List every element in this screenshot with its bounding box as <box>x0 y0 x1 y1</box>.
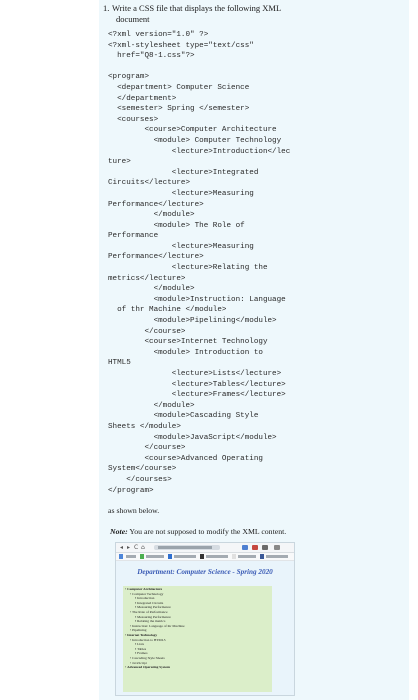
reload-icon[interactable]: C <box>134 544 138 551</box>
code-line: metrics</lecture> <box>108 274 186 283</box>
code-line: Sheets </module> <box>108 422 181 431</box>
code-line: <courses> <box>108 115 159 124</box>
code-line: Circuits</lecture> <box>108 179 191 188</box>
browser-preview: ◂ ▸ C ⌂ Department: Computer Science - S… <box>115 542 295 696</box>
extension-icon[interactable] <box>242 545 248 550</box>
tree-item-label: Relating the metrics <box>137 619 166 624</box>
code-line: Performance</lecture> <box>108 253 204 262</box>
code-line: <lecture>Measuring <box>108 189 254 198</box>
code-line: <course>Internet Technology <box>108 338 268 347</box>
bookmark-icon[interactable] <box>260 554 264 559</box>
forward-icon[interactable]: ▸ <box>127 544 130 551</box>
question-text-line2: document <box>116 14 150 24</box>
note-body: You are not supposed to modify the XML c… <box>127 527 287 536</box>
address-bar[interactable] <box>154 545 220 550</box>
tree-item-label: Frames <box>137 651 148 656</box>
bookmark-icon[interactable] <box>200 554 204 559</box>
tree-item-label: Advanced Operating System <box>127 665 170 670</box>
code-line: <module>Cascading Style <box>108 412 259 421</box>
tree-item-label: Integrated Circuits <box>137 600 164 605</box>
tree-item-label: Internet Technology <box>127 632 158 637</box>
code-line: <lecture>Lists</lecture> <box>108 370 282 378</box>
code-line: System</course> <box>108 465 177 474</box>
tree-item-label: Measuring Performance <box>137 605 171 610</box>
code-line: Performance <box>108 232 159 241</box>
code-line: <lecture>Tables</lecture> <box>108 380 286 389</box>
code-line: <lecture>Frames</lecture> <box>108 391 286 400</box>
bookmark-item[interactable] <box>238 555 256 558</box>
code-line: <course>Advanced Operating <box>108 454 263 463</box>
tree-item-label: Tables <box>137 646 147 651</box>
department-heading: Department: Computer Science - Spring 20… <box>137 568 273 576</box>
extension-icon[interactable] <box>252 545 258 550</box>
bookmark-icon[interactable] <box>140 554 144 559</box>
code-line: <module> The Role of <box>108 221 245 230</box>
code-line: <lecture>Measuring <box>108 242 254 251</box>
code-line: <department> Computer Science <box>108 83 250 92</box>
apps-icon[interactable] <box>119 554 123 559</box>
code-line: Performance</lecture> <box>108 200 204 209</box>
shown-below-text: as shown below. <box>108 506 160 515</box>
course-content-box: • Computer Architecture • Computer Techno… <box>123 586 272 692</box>
tree-item-label: Introduction to HTML5 <box>132 637 166 642</box>
code-line: <?xml-stylesheet type="text/css" <box>108 41 254 50</box>
tree-item: • Advanced Operating System <box>125 665 170 670</box>
code-line: </module> <box>108 401 195 410</box>
code-line: </courses> <box>108 475 172 484</box>
note-text: Note: You are not supposed to modify the… <box>110 527 286 536</box>
question-text-line1: Write a CSS file that displays the follo… <box>112 3 282 13</box>
tree-item-label: JavaScript <box>132 660 147 665</box>
code-line: <module> Computer Technology <box>108 136 282 145</box>
menu-icon[interactable] <box>274 545 280 550</box>
tree-item-label: Computer Architecture <box>127 587 163 591</box>
tree-item-label: Instruction: Language of thr Machine <box>132 623 185 628</box>
bookmark-icon[interactable] <box>168 554 172 559</box>
tree-item-label: The Role of Performance <box>132 609 168 614</box>
tree-item-label: Computer Technology <box>132 591 164 596</box>
bookmark-item[interactable] <box>174 555 196 558</box>
bookmark-icon[interactable] <box>232 554 236 559</box>
code-line: <program> <box>108 73 150 82</box>
tree-item-label: Pipelining <box>132 628 147 633</box>
question-number: 1. <box>103 3 110 13</box>
browser-toolbar: ◂ ▸ C ⌂ <box>116 543 294 553</box>
code-line: </program> <box>108 486 154 495</box>
document-page: 1. Write a CSS file that displays the fo… <box>0 0 418 700</box>
tree-item-label: Cascading Style Sheets <box>132 655 165 660</box>
code-line: href="Q8-1.css"?> <box>108 52 195 61</box>
code-line: <course>Computer Architecture <box>108 126 277 135</box>
code-line: <module>Pipelining</module> <box>108 317 277 326</box>
xml-code-block: <?xml version="1.0" ?> <?xml-stylesheet … <box>108 30 290 496</box>
code-line: <semester> Spring </semester> <box>108 105 250 114</box>
code-line: <?xml version="1.0" ?> <box>108 31 209 39</box>
note-label: Note: <box>110 527 128 536</box>
address-text-placeholder <box>158 546 212 549</box>
code-line: <lecture>Relating the <box>108 264 268 273</box>
code-line: </module> <box>108 211 195 220</box>
code-line: </department> <box>108 94 177 103</box>
code-line: <module>JavaScript</module> <box>108 433 277 442</box>
back-icon[interactable]: ◂ <box>120 544 123 551</box>
bookmark-item[interactable] <box>146 555 164 558</box>
code-line: </module> <box>108 285 195 294</box>
code-line: <module>Instruction: Language <box>108 295 286 304</box>
bookmarks-bar <box>116 553 294 561</box>
code-line: HTML5 <box>108 359 131 368</box>
bookmark-item[interactable] <box>206 555 228 558</box>
code-line: <lecture>Introduction</lec <box>108 147 291 156</box>
code-line: of thr Machine </module> <box>108 306 227 315</box>
bookmark-item[interactable] <box>126 555 136 558</box>
tree-item-label: Measuring Performance <box>137 614 171 619</box>
course-tree: • Computer Architecture • Computer Techno… <box>123 587 185 670</box>
code-line: <module> Introduction to <box>108 348 263 357</box>
home-icon[interactable]: ⌂ <box>141 544 145 551</box>
tree-item-label: Introduction <box>137 596 155 601</box>
code-line: </course> <box>108 444 186 453</box>
tree-item-label: Lists <box>137 642 144 647</box>
code-line: ture> <box>108 158 131 167</box>
code-line: <lecture>Integrated <box>108 168 259 177</box>
code-line: </course> <box>108 327 186 336</box>
extension-icon[interactable] <box>262 545 268 550</box>
bookmark-item[interactable] <box>266 555 288 558</box>
